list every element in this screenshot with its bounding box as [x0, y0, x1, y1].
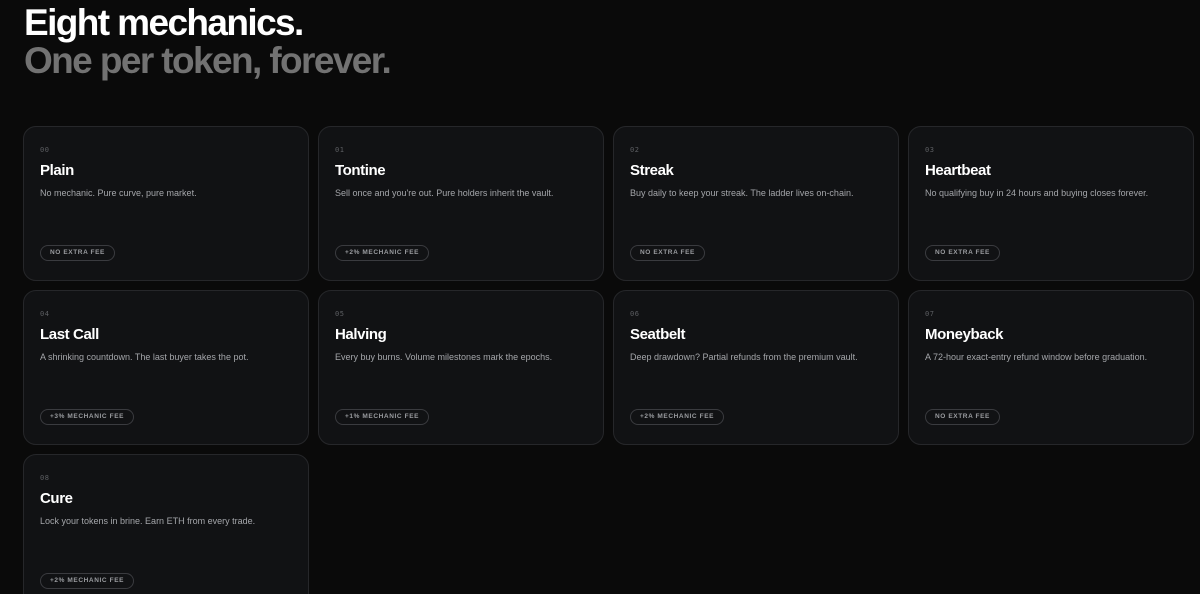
mechanic-title: Halving	[335, 326, 387, 343]
mechanic-title: Tontine	[335, 162, 386, 179]
mechanic-description: A 72-hour exact-entry refund window befo…	[925, 352, 1148, 362]
mechanic-number: 00	[40, 146, 50, 154]
fee-badge: NO EXTRA FEE	[925, 245, 1000, 261]
mechanic-title: Streak	[630, 162, 674, 179]
mechanic-title: Last Call	[40, 326, 99, 343]
mechanic-description: Lock your tokens in brine. Earn ETH from…	[40, 516, 256, 526]
mechanic-card-moneyback[interactable]: 07 Moneyback A 72-hour exact-entry refun…	[908, 290, 1194, 445]
mechanic-number: 07	[925, 310, 935, 318]
mechanic-title: Heartbeat	[925, 162, 991, 179]
mechanic-description: A shrinking countdown. The last buyer ta…	[40, 352, 249, 362]
mechanics-grid: 00 Plain No mechanic. Pure curve, pure m…	[23, 126, 1195, 594]
mechanic-title: Moneyback	[925, 326, 1004, 343]
fee-badge: +2% MECHANIC FEE	[335, 245, 430, 261]
fee-badge: NO EXTRA FEE	[40, 245, 115, 261]
mechanic-card-last-call[interactable]: 04 Last Call A shrinking countdown. The …	[23, 290, 309, 445]
fee-badge: +1% MECHANIC FEE	[335, 409, 430, 425]
heading-line-primary: Eight mechanics.	[24, 2, 304, 43]
fee-badge: +3% MECHANIC FEE	[40, 409, 135, 425]
page: Eight mechanics. One per token, forever.…	[0, 0, 1200, 594]
mechanic-description: No qualifying buy in 24 hours and buying…	[925, 188, 1149, 198]
fee-badge: NO EXTRA FEE	[925, 409, 1000, 425]
mechanic-title: Plain	[40, 162, 74, 179]
mechanic-number: 04	[40, 310, 50, 318]
fee-badge: +2% MECHANIC FEE	[40, 573, 135, 589]
mechanic-card-seatbelt[interactable]: 06 Seatbelt Deep drawdown? Partial refun…	[613, 290, 899, 445]
mechanic-card-tontine[interactable]: 01 Tontine Sell once and you're out. Pur…	[318, 126, 604, 281]
mechanic-number: 08	[40, 474, 50, 482]
mechanic-card-streak[interactable]: 02 Streak Buy daily to keep your streak.…	[613, 126, 899, 281]
fee-badge: +2% MECHANIC FEE	[630, 409, 725, 425]
mechanic-number: 03	[925, 146, 935, 154]
mechanic-description: Sell once and you're out. Pure holders i…	[335, 188, 554, 198]
mechanic-card-halving[interactable]: 05 Halving Every buy burns. Volume miles…	[318, 290, 604, 445]
heading-line-secondary: One per token, forever.	[24, 40, 392, 81]
mechanic-title: Cure	[40, 490, 73, 507]
mechanic-number: 06	[630, 310, 640, 318]
mechanic-number: 01	[335, 146, 345, 154]
mechanic-number: 02	[630, 146, 640, 154]
mechanic-description: Deep drawdown? Partial refunds from the …	[630, 352, 858, 362]
mechanic-card-plain[interactable]: 00 Plain No mechanic. Pure curve, pure m…	[23, 126, 309, 281]
page-heading: Eight mechanics. One per token, forever.	[24, 2, 392, 81]
mechanic-description: No mechanic. Pure curve, pure market.	[40, 188, 197, 198]
mechanic-number: 05	[335, 310, 345, 318]
mechanic-description: Buy daily to keep your streak. The ladde…	[630, 188, 854, 198]
mechanic-title: Seatbelt	[630, 326, 686, 343]
fee-badge: NO EXTRA FEE	[630, 245, 705, 261]
mechanic-card-heartbeat[interactable]: 03 Heartbeat No qualifying buy in 24 hou…	[908, 126, 1194, 281]
mechanic-card-cure[interactable]: 08 Cure Lock your tokens in brine. Earn …	[23, 454, 309, 594]
mechanic-description: Every buy burns. Volume milestones mark …	[335, 352, 553, 362]
